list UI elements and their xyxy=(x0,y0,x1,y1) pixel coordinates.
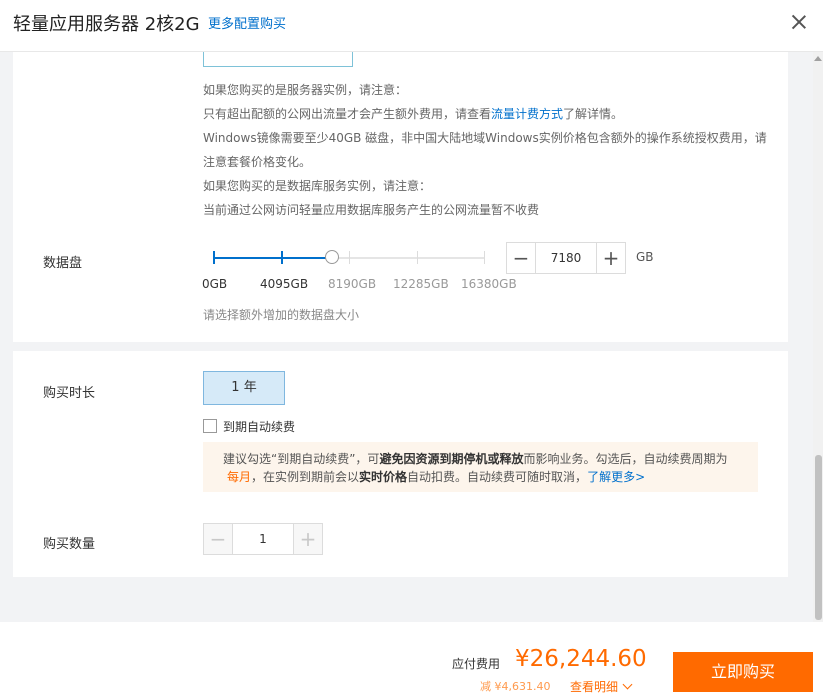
slider-tick xyxy=(213,251,215,264)
slider-tick xyxy=(349,251,350,264)
slider-tick xyxy=(417,251,418,264)
data-disk-slider-fill xyxy=(213,257,332,259)
quantity-stepper: − 1 + xyxy=(203,523,323,555)
scroll-up-arrow-icon[interactable] xyxy=(814,56,822,61)
image-select-stub[interactable] xyxy=(203,52,353,67)
minus-icon[interactable]: − xyxy=(507,243,536,273)
tip-text: 自动扣费。自动续费可随时取消， xyxy=(407,470,588,484)
close-icon[interactable] xyxy=(789,12,809,32)
tip-monthly: 每月 xyxy=(227,470,252,484)
total-price: ¥26,244.60 xyxy=(515,646,647,672)
auto-renew-checkbox[interactable] xyxy=(203,419,217,433)
note-traffic-text: 只有超出配额的公网出流量才会产生额外费用，请查看 xyxy=(203,107,492,121)
note-traffic: 只有超出配额的公网出流量才会产生额外费用，请查看流量计费方式了解详情。 xyxy=(203,105,623,122)
auto-renew-label[interactable]: 到期自动续费 xyxy=(223,418,295,435)
tip-line1: 建议勾选“到期自动续费”，可避免因资源到期停机或释放而影响业务。勾选后，自动续费… xyxy=(223,450,758,468)
tip-text: 而影响业务。勾选后，自动续费周期为 xyxy=(523,452,728,466)
tick-label-12285: 12285GB xyxy=(393,277,449,291)
data-disk-stepper: − 7180 + xyxy=(506,242,626,274)
tick-label-8190: 8190GB xyxy=(328,277,377,291)
tick-label-16380: 16380GB xyxy=(461,277,517,291)
tick-label-0: 0GB xyxy=(202,277,228,291)
tip-text: ，在实例到期前会以 xyxy=(251,470,360,484)
dialog-header: 轻量应用服务器 2核2G 更多配置购买 xyxy=(0,0,823,52)
note-db-heading: 如果您购买的是数据库服务实例，请注意： xyxy=(203,179,432,193)
order-footer: 应付费用 ¥26,244.60 减 ¥4,631.40 查看明细 立即购买 xyxy=(0,622,823,700)
tick-label-4095: 4095GB xyxy=(260,277,309,291)
buy-now-button[interactable]: 立即购买 xyxy=(673,652,813,692)
data-disk-label: 数据盘 xyxy=(43,256,83,271)
data-disk-slider-handle[interactable] xyxy=(325,250,339,264)
plus-icon[interactable]: + xyxy=(293,524,322,554)
minus-icon[interactable]: − xyxy=(204,524,233,554)
quantity-input[interactable]: 1 xyxy=(233,524,293,554)
tip-bold: 实时价格 xyxy=(359,470,408,484)
slider-tick xyxy=(281,251,283,264)
view-details-text: 查看明细 xyxy=(570,680,619,694)
note-db-line: 当前通过公网访问轻量应用数据库服务产生的公网流量暂不收费 xyxy=(203,203,540,217)
scrollbar-thumb[interactable] xyxy=(815,455,822,620)
note-windows-line1: Windows镜像需要至少40GB 磁盘，非中国大陆地域Windows实例价格包… xyxy=(203,131,767,145)
tip-text: 建议勾选“到期自动续费”，可 xyxy=(223,452,380,466)
purchase-card: 购买时长 1 年 到期自动续费 建议勾选“到期自动续费”，可避免因资源到期停机或… xyxy=(13,351,788,577)
plus-icon[interactable]: + xyxy=(596,243,625,273)
learn-more-link[interactable]: 了解更多> xyxy=(587,470,645,484)
traffic-billing-link[interactable]: 流量计费方式 xyxy=(491,107,563,121)
quantity-label: 购买数量 xyxy=(43,537,96,552)
dialog-title: 轻量应用服务器 2核2G xyxy=(13,14,200,35)
view-details-link[interactable]: 查看明细 xyxy=(570,678,633,695)
data-disk-hint: 请选择额外增加的数据盘大小 xyxy=(203,308,360,322)
note-windows-line2: 注意套餐价格变化。 xyxy=(203,155,312,169)
data-disk-unit: GB xyxy=(636,250,654,264)
duration-option-1-year[interactable]: 1 年 xyxy=(203,371,285,405)
duration-label: 购买时长 xyxy=(43,386,96,401)
tip-line2: 每月，在实例到期前会以实时价格自动扣费。自动续费可随时取消，了解更多> xyxy=(223,468,758,486)
slider-tick xyxy=(484,251,485,264)
tip-bold: 避免因资源到期停机或释放 xyxy=(379,452,524,466)
fee-label: 应付费用 xyxy=(452,657,501,671)
chevron-down-icon xyxy=(622,679,633,690)
more-config-link[interactable]: 更多配置购买 xyxy=(208,13,286,32)
data-disk-input[interactable]: 7180 xyxy=(536,243,596,273)
discount-amount: 减 ¥4,631.40 xyxy=(480,680,551,693)
auto-renew-tip: 建议勾选“到期自动续费”，可避免因资源到期停机或释放而影响业务。勾选后，自动续费… xyxy=(203,442,758,492)
note-server-heading: 如果您购买的是服务器实例，请注意： xyxy=(203,83,408,97)
note-traffic-suffix: 了解详情。 xyxy=(563,107,624,121)
config-card: 如果您购买的是服务器实例，请注意： 只有超出配额的公网出流量才会产生额外费用，请… xyxy=(13,52,788,342)
